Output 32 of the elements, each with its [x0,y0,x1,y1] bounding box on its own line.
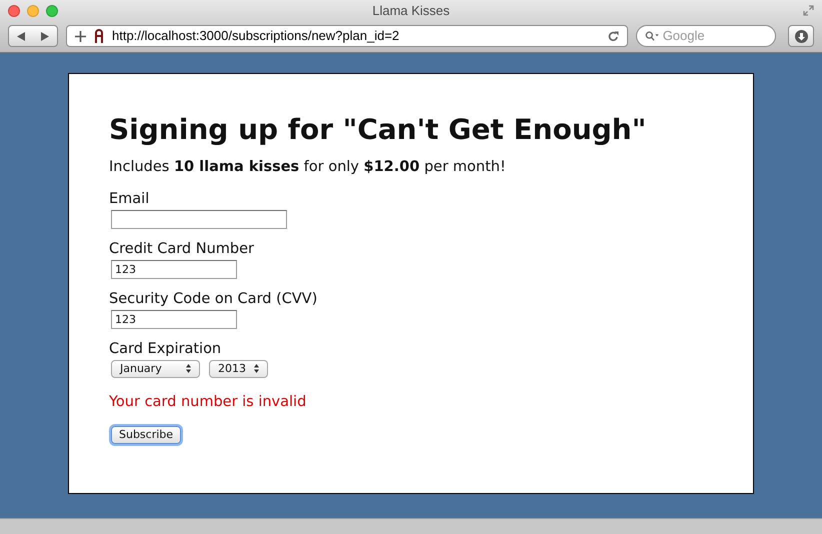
stepper-icon [254,364,259,374]
subscribe-button[interactable]: Subscribe [111,426,182,444]
plan-description: Includes 10 llama kisses for only $12.00 per month! [109,158,507,177]
forward-icon[interactable] [41,32,49,40]
reload-icon[interactable] [608,30,619,42]
search-input[interactable]: Google [662,26,767,46]
input-field[interactable]: 123 [111,260,237,279]
page-heading: Signing up for "Can't Get Enough" [109,112,648,148]
stepper-icon [186,364,191,374]
field-label: Security Code on Card (CVV) [109,290,318,308]
close-icon[interactable] [8,5,20,17]
plus-icon[interactable] [75,30,86,42]
back-icon[interactable] [17,32,25,40]
error-message: Your card number is invalid [109,392,308,412]
address-bar[interactable]: http://localhost:3000/subscriptions/new?plan_id=2 [66,25,628,47]
field-label: Card Expiration [109,340,222,358]
fullscreen-icon[interactable] [803,5,814,16]
dropdown[interactable]: January [111,360,200,378]
field-label: Credit Card Number [109,240,255,258]
url-text: http://localhost:3000/subscriptions/new?plan_id=2 [112,27,400,46]
site-icon [94,29,104,43]
back-forward-buttons[interactable] [8,25,58,47]
search-icon [645,30,659,42]
field-label: Email [109,190,150,208]
search-field[interactable]: Google [636,25,776,47]
zoom-icon[interactable] [46,5,58,17]
download-icon [794,30,808,42]
input-field[interactable]: 123 [111,310,237,329]
downloads-button[interactable] [788,25,814,47]
window-title: Llama Kisses [372,2,450,20]
dropdown[interactable]: 2013 [209,360,268,378]
input-field[interactable] [111,210,287,229]
